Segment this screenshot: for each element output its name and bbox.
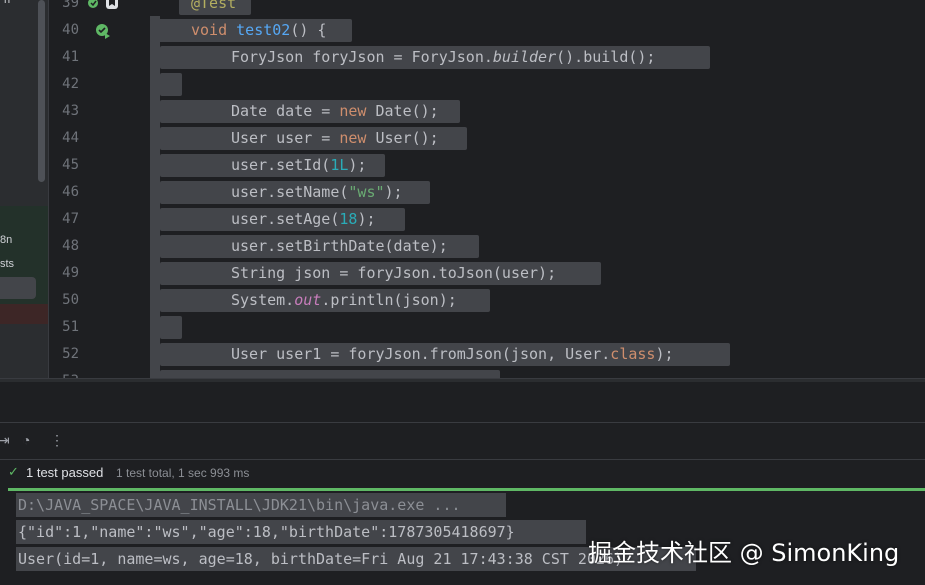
line-number: 43 (62, 103, 79, 119)
code-part: user.setName( (231, 183, 349, 201)
code-part: User user1 = foryJson.fromJson(json, Use… (231, 345, 611, 363)
line-number: 39 (62, 0, 79, 11)
line-number: 47 (62, 211, 79, 227)
code-text: User user1 = foryJson.fromJson(json, Use… (231, 341, 674, 368)
code-text: ForyJson foryJson = ForyJson.builder().b… (231, 44, 655, 71)
run-test-icon[interactable] (87, 0, 101, 10)
keyword: new (339, 129, 367, 147)
export-icon[interactable]: ⇥ (0, 432, 10, 449)
code-part: System. (231, 291, 295, 309)
static-method: builder (492, 48, 557, 66)
run-test-method-icon[interactable] (94, 22, 112, 40)
code-line: 41 ForyJson foryJson = ForyJson.builder(… (49, 44, 925, 71)
line-number: 44 (62, 130, 79, 146)
selection-highlight (160, 370, 500, 378)
test-progress-bar (8, 488, 925, 491)
code-part: Date(); (366, 102, 439, 120)
code-line: 50 System.out.println(json); (49, 287, 925, 314)
console-text: User(id=1, name=ws, age=18, birthDate=Fr… (18, 550, 624, 568)
line-number: 42 (62, 76, 79, 92)
code-line: 43 Date date = new Date(); (49, 98, 925, 125)
keyword: class (610, 345, 656, 363)
line-number: 51 (62, 319, 79, 335)
code-line: 47 user.setAge(18); (49, 206, 925, 233)
code-line: 52 User user1 = foryJson.fromJson(json, … (49, 341, 925, 368)
keyword: new (339, 102, 367, 120)
code-part: User user = (231, 129, 340, 147)
code-text: System.out.println(json); (231, 287, 457, 314)
code-text: String json = foryJson.toJson(user); (231, 264, 557, 282)
bookmark-icon[interactable] (105, 0, 119, 10)
number-literal: 1L (330, 156, 349, 174)
code-part: ); (357, 210, 376, 228)
line-number: 50 (62, 292, 79, 308)
code-text: user.setId(1L); (231, 152, 366, 179)
code-text: user.setBirthDate(date); (231, 237, 448, 255)
code-punct: () { (290, 21, 327, 39)
test-status-detail: 1 test total, 1 sec 993 ms (116, 466, 250, 480)
code-part: ); (348, 156, 367, 174)
keyword: void (191, 21, 228, 39)
code-line: 53 (49, 368, 925, 378)
line-number: 49 (62, 265, 79, 281)
code-line: 44 User user = new User(); (49, 125, 925, 152)
test-status-row[interactable]: ✓ 1 test passed 1 test total, 1 sec 993 … (0, 460, 925, 486)
strip-scrollbar[interactable] (38, 0, 45, 182)
code-part: user.setAge( (231, 210, 340, 228)
line-number: 48 (62, 238, 79, 254)
code-part: ); (655, 345, 674, 363)
more-options-icon[interactable]: ⋮ (50, 432, 64, 449)
strip-item-1[interactable]: 8n (0, 234, 20, 246)
code-line: 39 @Test (49, 0, 925, 17)
strip-top-text: n (4, 0, 11, 6)
static-field: out (294, 291, 322, 309)
code-part: user.setId( (231, 156, 331, 174)
code-part: Date date = (231, 102, 340, 120)
code-part: ); (384, 183, 403, 201)
line-number: 41 (62, 49, 79, 65)
line-number: 46 (62, 184, 79, 200)
code-part: ().build(); (556, 48, 656, 66)
gauge-icon[interactable]: ◔ (22, 432, 30, 448)
code-line: 46 user.setName("ws"); (49, 179, 925, 206)
code-editor[interactable]: 39 @Test 40 void test02() { 41 ForyJson … (49, 0, 925, 378)
code-text: user.setName("ws"); (231, 179, 403, 206)
code-line: 45 user.setId(1L); (49, 152, 925, 179)
code-part: .println(json); (321, 291, 457, 309)
code-text: Date date = new Date(); (231, 98, 439, 125)
watermark: 掘金技术社区 @ SimonKing (588, 539, 900, 567)
code-line: 48 user.setBirthDate(date); (49, 233, 925, 260)
strip-selected-item[interactable] (0, 277, 36, 299)
line-number: 45 (62, 157, 79, 173)
console-text: {"id":1,"name":"ws","age":18,"birthDate"… (18, 523, 515, 541)
annotation-text: @Test (191, 0, 237, 12)
left-tool-strip: n 8n sts (0, 0, 49, 378)
code-text: User user = new User(); (231, 125, 439, 152)
string-literal: "ws" (348, 183, 385, 201)
code-part: User(); (366, 129, 439, 147)
code-text: void test02() { (191, 17, 326, 44)
check-icon: ✓ (8, 464, 19, 479)
line-number: 52 (62, 346, 79, 362)
selection-highlight (160, 316, 182, 339)
code-line: 49 String json = foryJson.toJson(user); (49, 260, 925, 287)
strip-error-row (0, 304, 48, 324)
line-number: 40 (62, 22, 79, 38)
method-name: test02 (236, 21, 291, 39)
code-line: 40 void test02() { (49, 17, 925, 44)
code-part: ForyJson foryJson = ForyJson. (231, 48, 493, 66)
selection-highlight (160, 73, 182, 96)
strip-item-2[interactable]: sts (0, 258, 20, 270)
code-line: 42 (49, 71, 925, 98)
number-literal: 18 (339, 210, 358, 228)
run-toolbar: ⇥ ◔ ⋮ (0, 422, 925, 460)
code-line: 51 (49, 314, 925, 341)
console-text: D:\JAVA_SPACE\JAVA_INSTALL\JDK21\bin\jav… (18, 496, 461, 514)
code-text: user.setAge(18); (231, 206, 376, 233)
test-status-label: 1 test passed (26, 465, 104, 480)
line-number: 53 (49, 368, 79, 378)
